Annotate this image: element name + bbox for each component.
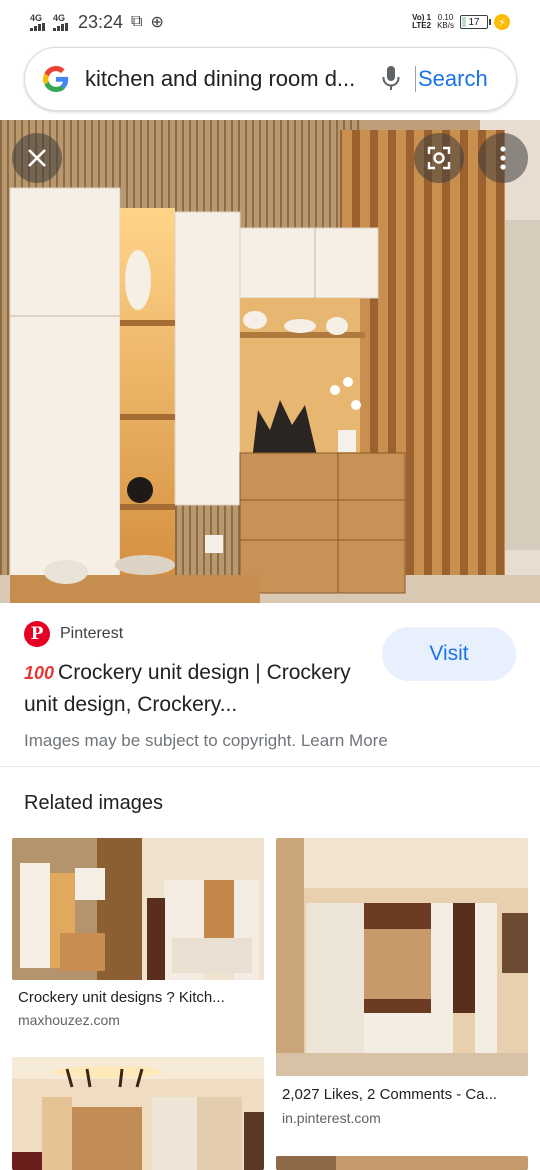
divider — [0, 766, 540, 767]
related-image-2[interactable] — [276, 838, 528, 1076]
related-domain-2: in.pinterest.com — [282, 1110, 381, 1126]
related-caption-2[interactable]: 2,027 Likes, 2 Comments - Ca... — [282, 1086, 522, 1103]
source-row[interactable]: P Pinterest — [24, 621, 123, 647]
search-query[interactable]: kitchen and dining room d... — [85, 66, 361, 92]
source-name: Pinterest — [60, 625, 124, 642]
main-image[interactable] — [0, 120, 540, 603]
clock: 23:24 — [78, 11, 124, 32]
signal-icon: 4G — [30, 13, 45, 31]
screenshot-icon: ⧉ — [131, 13, 143, 30]
vpn-icon: ⊕ — [150, 14, 164, 31]
lens-button[interactable] — [414, 133, 464, 183]
google-logo-icon — [43, 66, 69, 92]
google-lens-icon — [427, 146, 451, 170]
network-speed: 0.10 KB/s — [437, 13, 454, 30]
pinterest-logo-icon: P — [24, 621, 50, 647]
search-divider — [415, 66, 416, 92]
charging-icon: ⚡ — [494, 14, 510, 30]
close-button[interactable] — [12, 133, 62, 183]
copyright-notice[interactable]: Images may be subject to copyright. Lear… — [24, 731, 388, 751]
close-icon — [28, 149, 46, 167]
more-vert-icon — [500, 146, 506, 170]
related-images-heading: Related images — [24, 792, 163, 814]
result-title-text: Crockery unit design | Crockery unit des… — [24, 661, 351, 716]
hundred-points-emoji-icon: 100 — [24, 663, 55, 683]
status-bar: 4G 4G 23:24 ⧉ ⊕ Vo) 1 LTE2 0.10 KB/s 17 ⚡ — [0, 0, 540, 44]
search-button[interactable]: Search — [418, 66, 488, 92]
more-options-button[interactable] — [478, 133, 528, 183]
volte-indicator: Vo) 1 LTE2 — [412, 13, 432, 30]
search-bar[interactable]: kitchen and dining room d... Search — [24, 47, 517, 111]
signal-icon: 4G — [53, 13, 68, 31]
related-domain-1: maxhouzez.com — [18, 1012, 120, 1028]
microphone-icon[interactable] — [379, 64, 403, 94]
related-caption-1[interactable]: Crockery unit designs ? Kitch... — [18, 989, 258, 1006]
related-image-1[interactable] — [12, 838, 264, 980]
visit-button[interactable]: Visit — [382, 627, 516, 681]
related-image-3[interactable] — [12, 1057, 264, 1170]
related-image-4[interactable] — [276, 1156, 528, 1170]
battery-icon: 17 — [460, 15, 491, 29]
result-title[interactable]: 100 Crockery unit design | Crockery unit … — [24, 657, 374, 720]
